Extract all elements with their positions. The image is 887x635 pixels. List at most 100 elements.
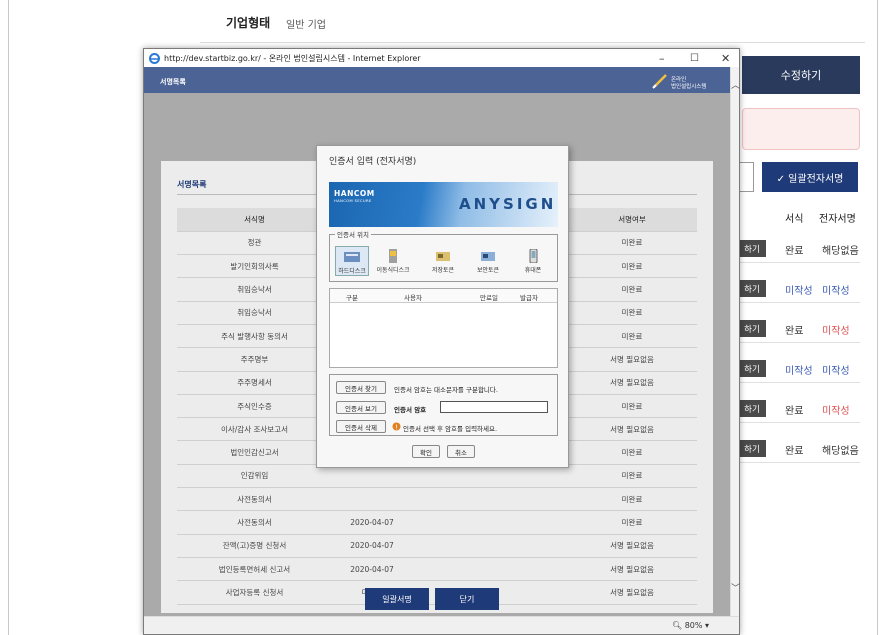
row-form-status[interactable]: 완료 — [785, 442, 803, 457]
location-phone-label: 휴대폰 — [524, 267, 542, 274]
ok-button[interactable]: 확인 — [412, 445, 440, 458]
vertical-scrollbar[interactable]: ︿ ﹀ — [730, 67, 740, 616]
list-header-issuer: 발급자 — [520, 294, 538, 302]
location-storage-token[interactable]: 저장토큰 — [423, 249, 463, 274]
row-esign-status[interactable]: 미작성 — [822, 322, 850, 337]
storage-token-icon — [436, 252, 450, 261]
table-cell: 발기인회의사록 — [177, 254, 332, 279]
location-security-token-label: 보안토큰 — [476, 267, 500, 274]
location-usb[interactable]: 이동식디스크 — [373, 249, 413, 274]
minimize-icon[interactable]: – — [659, 52, 665, 65]
list-header-type: 구분 — [346, 294, 358, 302]
table-cell — [412, 534, 567, 558]
row-action-button[interactable]: 하기 — [738, 280, 766, 297]
table-cell: 사전동의서 — [177, 510, 332, 535]
location-storage-token-label: 저장토큰 — [431, 267, 455, 274]
certificate-list-header: 구분 사용자 만료일 발급자 — [330, 289, 557, 303]
logo-text: 온라인 법인설립시스템 — [671, 77, 706, 91]
view-cert-button[interactable]: 인증서 보기 — [336, 401, 386, 414]
close-icon[interactable]: ✕ — [721, 52, 730, 65]
table-cell: 사전동의서 — [177, 487, 332, 512]
table-row[interactable]: 법인등록면허세 신고서 2020-04-07 서명 필요없음 — [177, 557, 697, 582]
location-label: 인증서 위치 — [335, 229, 371, 239]
scroll-up-icon[interactable]: ︿ — [731, 78, 740, 91]
certificate-list[interactable]: 구분 사용자 만료일 발급자 — [329, 288, 558, 368]
bulk-esign-button[interactable]: ✓ 일괄전자서명 — [762, 162, 858, 192]
row-separator — [738, 302, 860, 303]
table-cell: 미완료 — [567, 277, 697, 302]
row-action-button[interactable]: 하기 — [738, 400, 766, 417]
select-box[interactable] — [738, 162, 754, 192]
scroll-down-icon[interactable]: ﹀ — [731, 581, 740, 594]
row-form-status[interactable]: 미작성 — [785, 362, 813, 377]
panel-title: 서명목록 — [177, 180, 207, 189]
row-action-button[interactable]: 하기 — [738, 320, 766, 337]
table-cell: 미완료 — [567, 324, 697, 349]
location-phone[interactable]: 휴대폰 — [513, 248, 553, 274]
window-title: http://dev.startbiz.go.kr/ - 온라인 법인설립시스템… — [164, 54, 421, 63]
cancel-button[interactable]: 취소 — [447, 445, 475, 458]
row-esign-status[interactable]: 해당없음 — [822, 242, 859, 257]
location-security-token[interactable]: 보안토큰 — [468, 249, 508, 274]
password-label: 인증서 암호 — [394, 406, 427, 414]
table-cell: 미완료 — [567, 394, 697, 419]
row-separator — [738, 382, 860, 383]
location-harddisk[interactable]: 하드디스크 — [332, 246, 372, 276]
row-action-button[interactable]: 하기 — [738, 440, 766, 457]
hancom-secure-text: HANCOM SECURE — [334, 198, 372, 203]
row-form-status[interactable]: 완료 — [785, 242, 803, 257]
svg-text:!: ! — [395, 423, 398, 431]
table-cell — [412, 487, 567, 512]
row-form-status[interactable]: 미작성 — [785, 282, 813, 297]
popup-header-title: 서명목록 — [160, 78, 186, 86]
row-action-button[interactable]: 하기 — [738, 360, 766, 377]
ie-logo-icon — [149, 53, 160, 64]
security-token-icon — [481, 252, 495, 261]
bulk-sign-button[interactable]: 일괄서명 — [365, 588, 429, 610]
table-cell: 미완료 — [567, 440, 697, 465]
table-row[interactable]: 사전동의서 미완료 — [177, 487, 697, 512]
table-cell — [412, 510, 567, 535]
password-input[interactable] — [440, 401, 548, 413]
list-header-expiry: 만료일 — [480, 294, 498, 302]
alert-box — [742, 108, 860, 150]
table-cell: 미완료 — [567, 254, 697, 279]
zoom-level[interactable]: 🔍︎ 80% ▾ — [672, 621, 709, 630]
table-cell: 2020-04-07 — [332, 534, 412, 558]
table-cell: 주식 발행사항 동의서 — [177, 324, 332, 349]
anysign-logo: ANYSIGN — [459, 195, 557, 213]
location-harddisk-label: 하드디스크 — [338, 268, 366, 275]
list-header-user: 사용자 — [404, 294, 422, 302]
table-cell: 미완료 — [567, 510, 697, 535]
delete-cert-button[interactable]: 인증서 삭제 — [336, 420, 386, 433]
table-row[interactable]: 잔액(고)증명 신청서 2020-04-07 서명 필요없음 — [177, 534, 697, 558]
row-action-button[interactable]: 하기 — [738, 240, 766, 257]
row-form-status[interactable]: 완료 — [785, 322, 803, 337]
row-esign-status[interactable]: 미작성 — [822, 402, 850, 417]
table-cell: 서명 필요없음 — [567, 580, 697, 605]
column-form: 서식 — [785, 214, 804, 225]
table-cell: 주주명세서 — [177, 371, 332, 395]
edit-button[interactable]: 수정하기 — [742, 56, 860, 94]
column-esign: 전자서명 — [819, 214, 856, 225]
table-cell: 미완료 — [567, 231, 697, 256]
close-button[interactable]: 닫기 — [435, 588, 499, 610]
table-cell: 취임승낙서 — [177, 301, 332, 325]
zoom-icon: 🔍︎ — [672, 621, 685, 630]
table-header-cell: 서식명 — [177, 208, 332, 232]
row-esign-status[interactable]: 미작성 — [822, 362, 850, 377]
table-cell: 법인인감신고서 — [177, 440, 332, 465]
logo-pen-icon — [652, 74, 667, 89]
table-header-cell: 서명여부 — [567, 208, 697, 232]
table-cell: 주주명부 — [177, 347, 332, 372]
table-cell: 미완료 — [567, 487, 697, 512]
usb-disk-icon — [389, 249, 397, 263]
table-cell: 서명 필요없음 — [567, 371, 697, 395]
row-esign-status[interactable]: 해당없음 — [822, 442, 859, 457]
row-esign-status[interactable]: 미작성 — [822, 282, 850, 297]
row-form-status[interactable]: 완료 — [785, 402, 803, 417]
table-row[interactable]: 사전동의서 2020-04-07 미완료 — [177, 510, 697, 535]
find-cert-button[interactable]: 인증서 찾기 — [336, 381, 386, 394]
maximize-icon[interactable]: ☐ — [690, 53, 699, 64]
phone-icon — [529, 248, 538, 264]
